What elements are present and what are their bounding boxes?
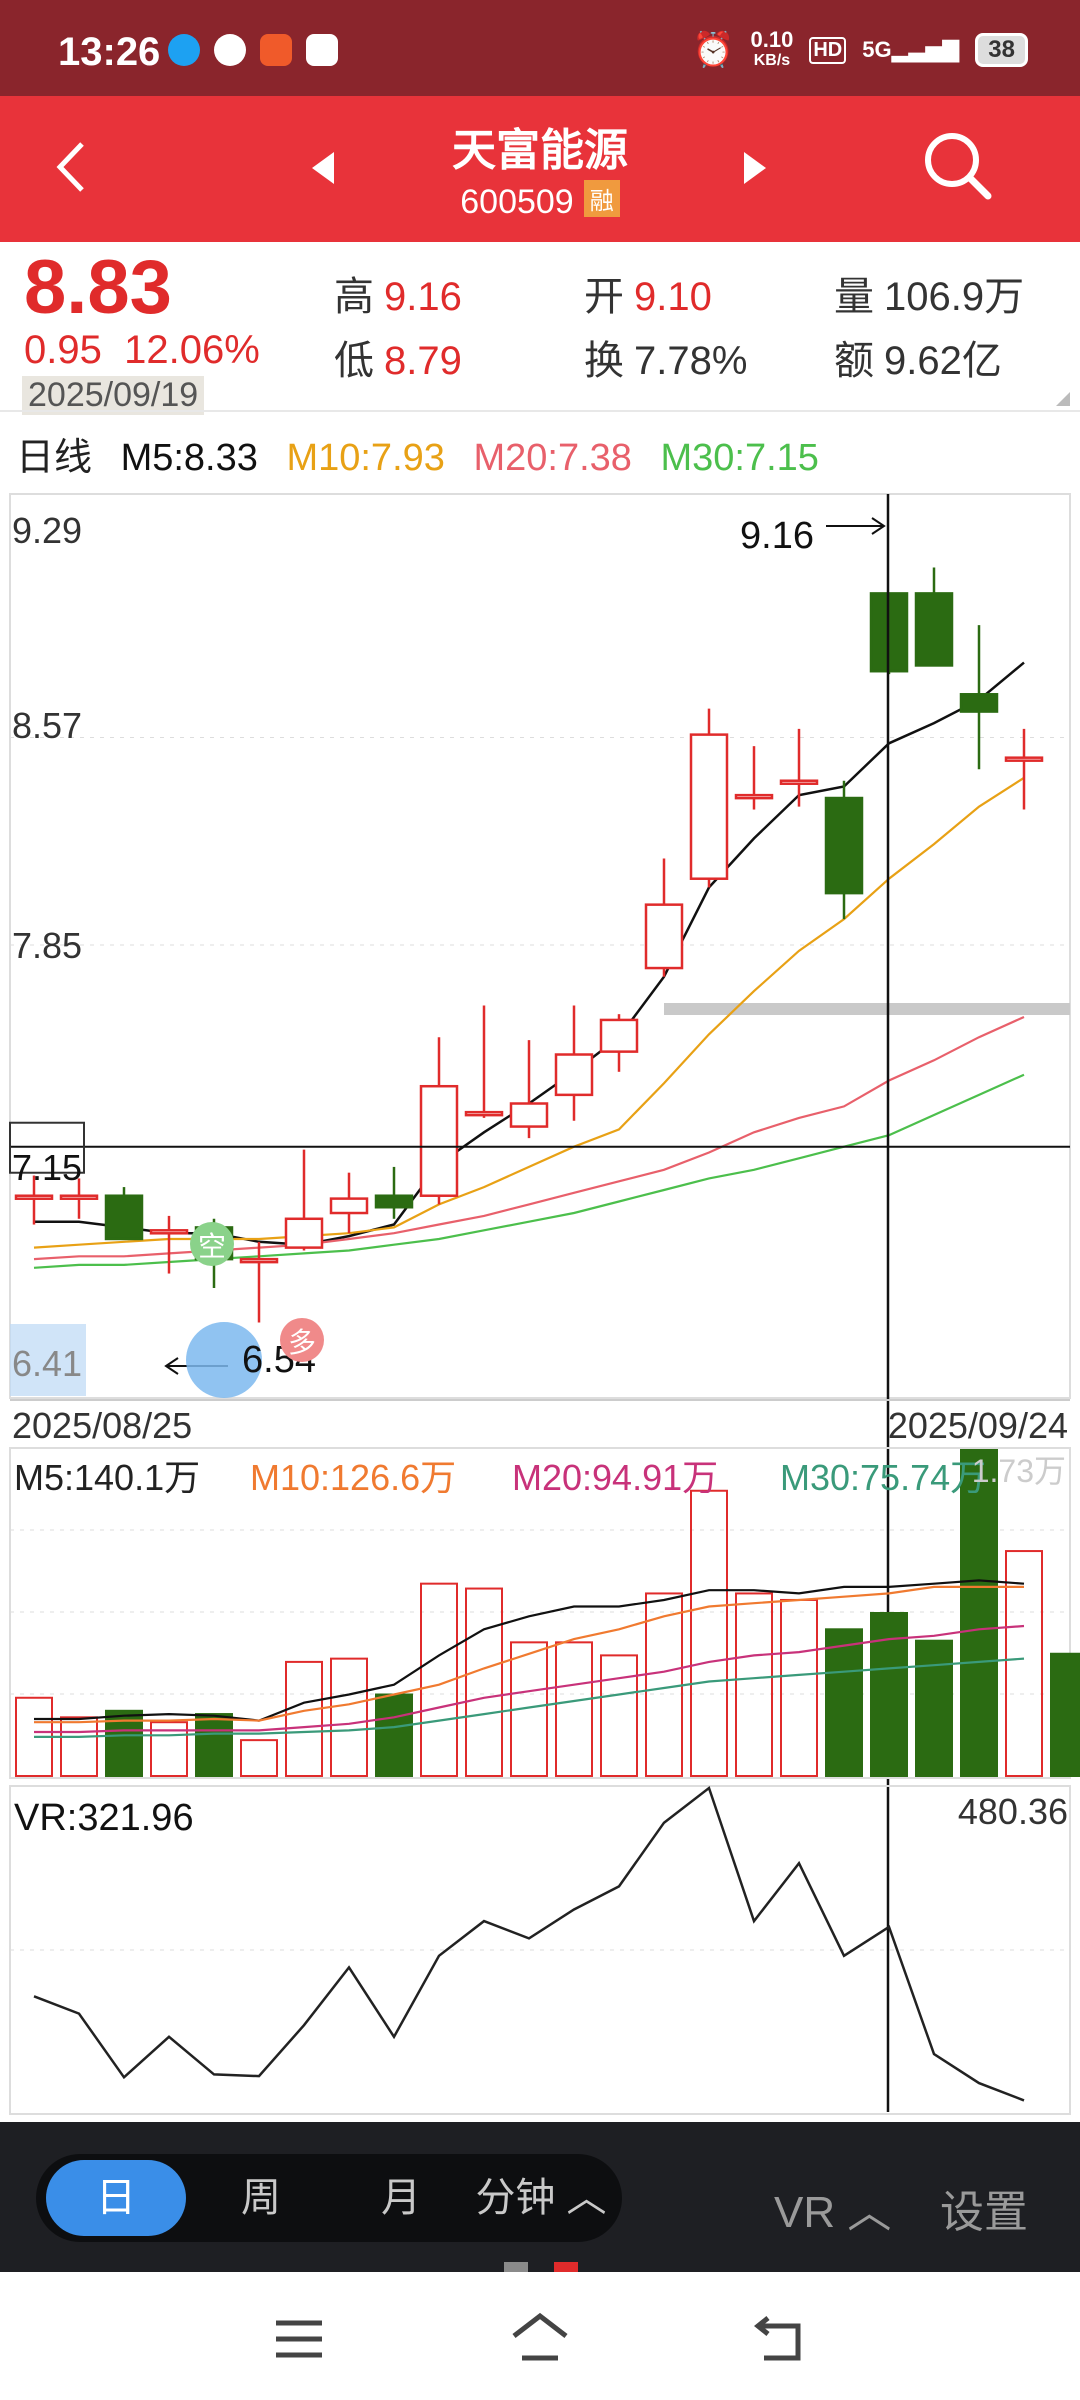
vol-m30-label: M30:75.74万 [780,1457,986,1498]
system-nav-bar [0,2272,1080,2400]
date-end: 2025/09/24 [888,1405,1068,1446]
volume-bar-17 [780,1598,818,1777]
settings-button[interactable]: 设置 [940,2176,1028,2240]
candle-body-16 [734,793,774,800]
candle-body-10 [464,1110,504,1117]
candle-body-15 [689,733,729,880]
volume-bar-4 [195,1713,233,1778]
candle-body-22 [1004,756,1044,762]
candle-body-1 [59,1194,99,1200]
y-label-bottom: 6.41 [12,1343,82,1384]
price-overlay [9,494,1070,2112]
volume-bar-8 [375,1693,413,1777]
home-icon[interactable] [510,2312,570,2364]
tab-week[interactable]: 周 [196,2154,326,2242]
tab-minute[interactable]: 分钟 ︿ [466,2154,616,2242]
y-label-crosshair: 7.15 [12,1147,82,1188]
ma-line-m5 [34,661,1025,1246]
period-selector: 日 周 月 分钟 ︿ [36,2154,622,2242]
vol-max-label: 1.73万 [972,1453,1066,1489]
volume-bar-6 [285,1660,323,1778]
tab-month[interactable]: 月 [336,2154,466,2242]
volume-bar-20 [915,1639,953,1777]
menu-icon[interactable] [274,2318,324,2360]
vol-m5-label: M5:140.1万 [14,1457,200,1498]
buy-badge[interactable]: 多 [288,1327,316,1358]
volume-bar-22 [1005,1550,1043,1778]
indicator-selector[interactable]: VR ︿ [774,2176,891,2240]
candle-body-3 [149,1229,189,1235]
support-band [664,1003,1070,1015]
candle-body-0 [14,1194,54,1200]
date-start: 2025/08/25 [12,1405,192,1446]
vol-m10-label: M10:126.6万 [250,1457,456,1498]
page-indicator-2 [554,2262,578,2272]
price-gridlines [10,737,1070,1015]
volume-bar-7 [330,1657,368,1778]
candle-body-7 [329,1197,369,1215]
back-nav-icon[interactable] [754,2314,804,2362]
vr-value-label: VR:321.96 [14,1797,194,1839]
volume-bar-23 [1050,1652,1080,1777]
y-label-3: 7.85 [12,925,82,966]
candle-body-6 [284,1217,324,1249]
y-label-2: 8.57 [12,705,82,746]
candle-body-11 [509,1102,549,1128]
period-toolbar: 日 周 月 分钟 ︿ VR ︿ 设置 [0,2122,1080,2272]
candle-body-13 [599,1018,639,1053]
page-indicator-1 [504,2262,528,2272]
volume-bar-1 [60,1716,98,1777]
candle-body-18 [824,796,864,895]
candle-body-17 [779,779,819,785]
sell-badge[interactable]: 空 [198,1231,226,1262]
tab-day[interactable]: 日 [46,2160,186,2236]
volume-bar-15 [690,1489,728,1777]
candle-body-2 [104,1194,144,1241]
kline-charts[interactable]: 9.29 8.57 7.85 7.15 6.41 9.16 6.54 2025/… [0,0,1080,2122]
y-label-top: 9.29 [12,510,82,551]
vol-m20-label: M20:94.91万 [512,1457,718,1498]
ma-lines [33,661,1025,1269]
volume-bar-21 [960,1449,998,1777]
volume-bar-5 [240,1739,278,1778]
volume-bar-12 [555,1641,593,1777]
volume-bar-13 [600,1654,638,1778]
volume-bar-18 [825,1628,863,1778]
vr-max-label: 480.36 [958,1791,1068,1832]
high-marker-label: 9.16 [740,515,814,557]
volume-bar-16 [735,1592,773,1777]
candle-body-12 [554,1053,594,1097]
candle-body-9 [419,1084,459,1197]
volume-bar-10 [465,1587,503,1778]
candle-body-5 [239,1257,279,1264]
candle-body-8 [374,1194,414,1209]
candle-body-21 [959,693,999,713]
candle-body-14 [644,903,684,970]
candle-body-20 [914,592,954,667]
